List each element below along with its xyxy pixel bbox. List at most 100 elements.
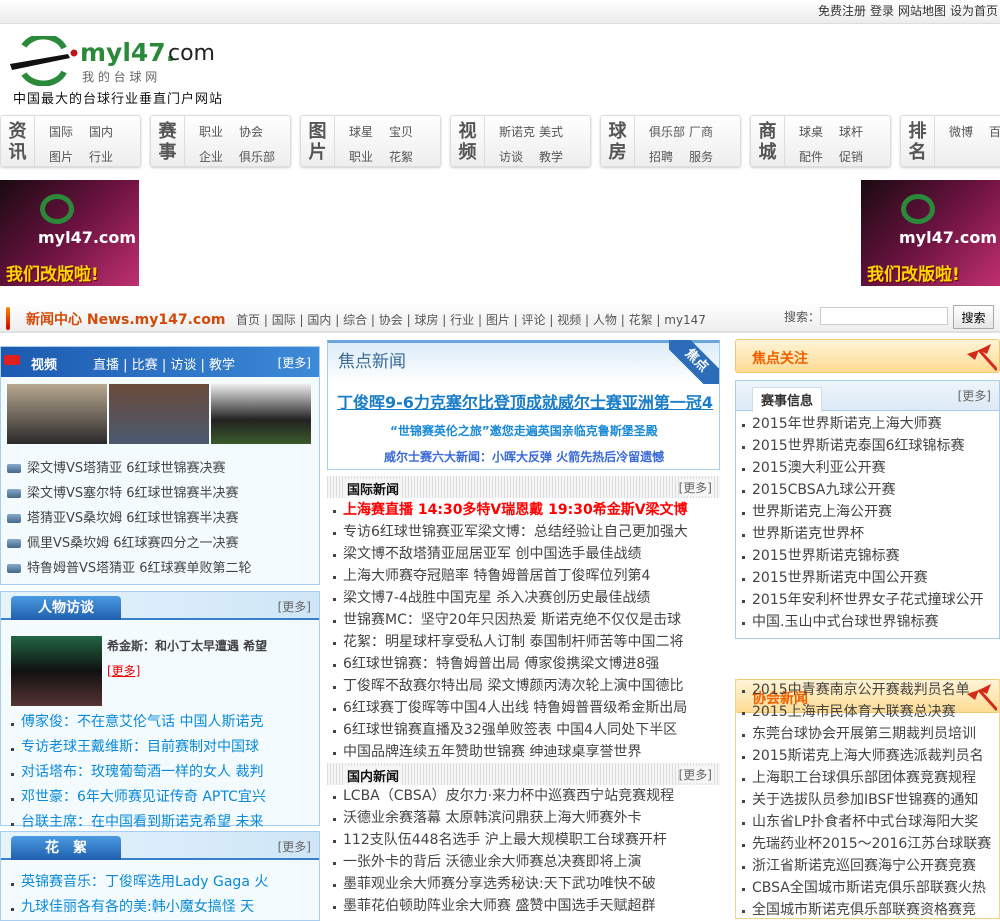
video-thumbnail[interactable]: [7, 384, 107, 444]
list-item[interactable]: 邓世豪：6年大师赛见证传奇 APTC宜兴: [5, 785, 315, 810]
list-item[interactable]: 112支队伍448名选手 沪上最大规模职工台球赛开杆: [327, 829, 720, 851]
nav-link[interactable]: 俱乐部: [649, 123, 689, 142]
list-item[interactable]: 2015CBSA九球公开赛: [736, 479, 999, 501]
nav-group-title[interactable]: 资讯: [1, 116, 35, 166]
list-item[interactable]: 6红球赛丁俊晖等中国4人出线 特鲁姆普晋级希金斯出局: [327, 697, 720, 719]
intl-more-link[interactable]: [更多]: [678, 479, 712, 496]
list-item[interactable]: LCBA（CBSA）皮尔力·来力杯中巡赛西宁站竞赛规程: [327, 785, 720, 807]
nav-link[interactable]: 球星: [349, 123, 389, 142]
news-menu-item[interactable]: 首页: [236, 313, 260, 327]
nav-group-title[interactable]: 图片: [301, 116, 335, 166]
video-more-link[interactable]: [更多]: [278, 354, 311, 371]
ad-banner-left[interactable]: myl47.com 我们改版啦!: [0, 180, 139, 286]
sitemap-link[interactable]: 网站地图: [898, 4, 946, 18]
list-item[interactable]: 傅家俊：不在意艾伦气话 中国人斯诺克: [5, 710, 315, 735]
news-menu-item[interactable]: 国内: [307, 313, 331, 327]
news-center-title[interactable]: 新闻中心 News.my147.com: [26, 309, 225, 329]
live-highlight-link[interactable]: 上海赛直播 14:30多特V瑞恩戴 19:30希金斯V梁文博: [327, 499, 720, 521]
list-item[interactable]: 世界斯诺克世界杯: [736, 523, 999, 545]
nav-link[interactable]: 访谈: [499, 148, 539, 167]
list-item[interactable]: 先瑞药业杯2015～2016江苏台球联赛: [736, 833, 999, 855]
list-item[interactable]: 世锦赛MC：坚守20年只因热爱 斯诺克绝不仅仅是击球: [327, 609, 720, 631]
nav-link[interactable]: 招聘: [649, 148, 689, 167]
list-item[interactable]: 6红球世锦赛：特鲁姆普出局 傅家俊携梁文博进8强: [327, 653, 720, 675]
domestic-more-link[interactable]: [更多]: [678, 766, 712, 783]
list-item[interactable]: 2015斯诺克上海大师赛选派裁判员名: [736, 745, 999, 767]
events-more-link[interactable]: [更多]: [958, 387, 991, 404]
list-item[interactable]: 花絮：明星球杆享受私人订制 泰国制杆师苦等中国二将: [327, 631, 720, 653]
list-item[interactable]: 专访6红球世锦赛亚军梁文博：总结经验让自己更加强大: [327, 521, 720, 543]
news-menu-item[interactable]: 球房: [414, 313, 438, 327]
set-homepage-link[interactable]: 设为首页: [950, 4, 998, 18]
news-menu-item[interactable]: 协会: [379, 313, 403, 327]
nav-link[interactable]: 斯诺克: [499, 123, 539, 142]
news-menu-item[interactable]: 国际: [272, 313, 296, 327]
nav-link[interactable]: 促销: [839, 148, 879, 167]
interview-more-link[interactable]: [更多]: [278, 598, 311, 615]
nav-link[interactable]: 职业: [349, 148, 389, 167]
nav-link[interactable]: 俱乐部: [239, 148, 279, 167]
news-menu-item[interactable]: 行业: [450, 313, 474, 327]
list-item[interactable]: 2015中青赛南京公开赛裁判员名单: [736, 679, 999, 701]
nav-link[interactable]: 微博: [949, 123, 989, 166]
nav-link[interactable]: 国内: [89, 123, 129, 142]
list-item[interactable]: 特鲁姆普VS塔猜亚 6红球赛单败第二轮: [5, 556, 315, 581]
list-item[interactable]: 2015年世界斯诺克上海大师赛: [736, 413, 999, 435]
news-menu-item[interactable]: my147: [664, 313, 706, 327]
nav-link[interactable]: 球杆: [839, 123, 879, 142]
video-thumbnail[interactable]: [109, 384, 209, 444]
video-tab-live[interactable]: 直播: [93, 358, 119, 373]
list-item[interactable]: 塔猜亚VS桑坎姆 6红球世锦赛半决赛: [5, 506, 315, 531]
list-item[interactable]: 对话塔布：玫瑰葡萄酒一样的女人 裁判: [5, 760, 315, 785]
news-menu-item[interactable]: 视频: [557, 313, 581, 327]
nav-group-title[interactable]: 商城: [751, 116, 785, 166]
interview-feature-title[interactable]: 希金斯：和小丁太早遭遇 希望: [107, 637, 267, 654]
list-item[interactable]: 梁文博7-4战胜中国克星 杀入决赛创历史最佳战绩: [327, 587, 720, 609]
nav-link[interactable]: 百科: [989, 123, 1000, 166]
nav-link[interactable]: 服务: [689, 148, 729, 167]
nav-link[interactable]: 企业: [199, 148, 239, 167]
nav-link[interactable]: 宝贝: [389, 123, 429, 142]
list-item[interactable]: 全国城市斯诺克俱乐部联赛资格赛竞: [736, 899, 999, 921]
nav-link[interactable]: 球桌: [799, 123, 839, 142]
list-item[interactable]: 东莞台球协会开展第三期裁判员培训: [736, 723, 999, 745]
video-tab-teaching[interactable]: 教学: [209, 358, 235, 373]
register-link[interactable]: 免费注册: [818, 4, 866, 18]
video-thumbnail[interactable]: [211, 384, 311, 444]
list-item[interactable]: 2015上海市民体育大联赛总决赛: [736, 701, 999, 723]
list-item[interactable]: 墨菲花伯顿助阵业余大师赛 盛赞中国选手天赋超群: [327, 895, 720, 917]
list-item[interactable]: 世界斯诺克上海公开赛: [736, 501, 999, 523]
news-menu-item[interactable]: 综合: [343, 313, 367, 327]
list-item[interactable]: 梁文博VS塔猜亚 6红球世锦赛决赛: [5, 456, 315, 481]
site-logo[interactable]: myl47. com 我 的 台 球 网 中国最大的台球行业垂直门户网站: [8, 36, 238, 107]
list-item[interactable]: 丁俊晖不敌赛尔特出局 梁文博颜丙涛次轮上演中国德比: [327, 675, 720, 697]
list-item[interactable]: 一张外卡的背后 沃德业余大师赛总决赛即将上演: [327, 851, 720, 873]
list-item[interactable]: 2015世界斯诺克中国公开赛: [736, 567, 999, 589]
list-item[interactable]: 山东省LP扑食者杯中式台球海阳大奖: [736, 811, 999, 833]
ad-banner-right[interactable]: myl47.com 我们改版啦!: [861, 180, 1000, 286]
interview-photo[interactable]: [11, 636, 102, 706]
list-item[interactable]: 英锦赛音乐：丁俊晖选用Lady Gaga 火: [5, 870, 315, 895]
list-item[interactable]: 关于选拔队员参加IBSF世锦赛的通知: [736, 789, 999, 811]
news-menu-item[interactable]: 评论: [522, 313, 546, 327]
list-item[interactable]: 2015年安利杯世界女子花式撞球公开: [736, 589, 999, 611]
list-item[interactable]: 2015世界斯诺克锦标赛: [736, 545, 999, 567]
nav-group-title[interactable]: 视频: [451, 116, 485, 166]
search-input[interactable]: [820, 307, 948, 325]
list-item[interactable]: 2015世界斯诺克泰国6红球锦标赛: [736, 435, 999, 457]
news-menu-item[interactable]: 图片: [486, 313, 510, 327]
nav-link[interactable]: 协会: [239, 123, 279, 142]
interview-feature-more[interactable]: [更多]: [107, 662, 140, 679]
nav-group-title[interactable]: 球房: [601, 116, 635, 166]
login-link[interactable]: 登录: [870, 4, 894, 18]
focus-sub-link-2[interactable]: 威尔士赛六大新闻：小晖大反弹 火箭先热后冷留遗憾: [384, 448, 664, 465]
list-item[interactable]: 6红球世锦赛直播及32强单败签表 中国4人同处下半区: [327, 719, 720, 741]
nav-link[interactable]: 国际: [49, 123, 89, 142]
nav-link[interactable]: 图片: [49, 148, 89, 167]
list-item[interactable]: 九球佳丽各有各的美:韩小魔女搞怪 天: [5, 895, 315, 920]
list-item[interactable]: 梁文博不敌塔猜亚屈居亚军 创中国选手最佳战绩: [327, 543, 720, 565]
nav-group-title[interactable]: 赛事: [151, 116, 185, 166]
focus-headline-link[interactable]: 丁俊晖9-6力克塞尔比登顶成就威尔士赛亚洲第一冠4: [337, 389, 713, 413]
nav-link[interactable]: 厂商: [689, 123, 729, 142]
list-item[interactable]: 梁文博VS塞尔特 6红球世锦赛半决赛: [5, 481, 315, 506]
